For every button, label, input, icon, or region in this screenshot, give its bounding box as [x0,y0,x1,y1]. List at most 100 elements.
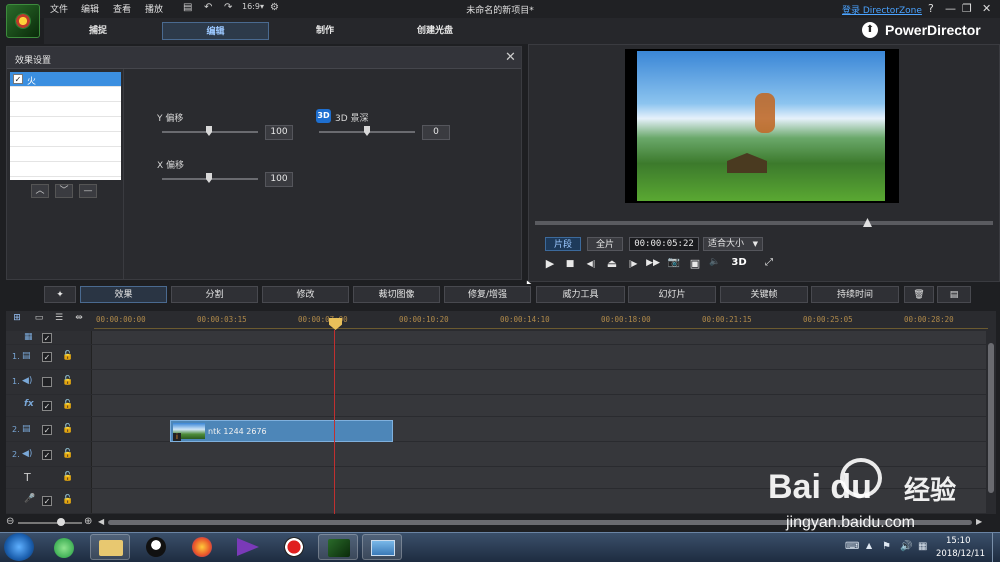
zoom-out-icon[interactable]: ⊖ [6,516,14,527]
menu-edit[interactable]: 编辑 [81,2,99,15]
play-button[interactable]: ▶ [542,257,558,270]
fast-forward-button[interactable]: ▶▶ [645,258,661,268]
movie-mode-button[interactable]: 全片 [587,237,623,251]
3d-depth-value[interactable]: 0 [422,125,450,140]
taskbar-app-photos[interactable] [362,534,402,560]
clock-time[interactable]: 15:10 [946,536,971,546]
lock-icon[interactable]: 🔓 [62,376,73,386]
split-button[interactable]: 分割 [171,286,258,303]
previous-frame-button[interactable]: ◀| [583,259,599,268]
move-up-button[interactable]: ︿ [31,184,49,198]
video-clip[interactable]: i ntk 1244 2676 [170,420,393,442]
undo-icon[interactable]: ↶ [204,2,212,13]
settings-gear-icon[interactable]: ⚙ [270,2,279,13]
modify-button[interactable]: 修改 [262,286,349,303]
fit-timeline-icon[interactable]: ⇹ [72,313,86,325]
fit-size-select[interactable]: 适合大小 ▼ [703,237,763,251]
menu-play[interactable]: 播放 [145,2,163,15]
remove-effect-button[interactable]: — [79,184,97,198]
snapshot-camera-icon[interactable]: 📷 [666,257,682,268]
3d-mode-button[interactable]: 3D [729,257,749,268]
upgrade-arrow-icon[interactable]: ⬆ [862,22,878,38]
aspect-ratio-icon[interactable]: 16:9▾ [242,2,264,11]
timeline-view-icon[interactable]: ▭ [32,313,46,325]
preview-scrubber-track[interactable] [535,221,993,225]
keyboard-icon[interactable]: ⌨ [845,541,859,552]
vertical-scrollbar-thumb[interactable] [988,343,994,493]
effect-enabled-checkbox[interactable]: ✓ [13,74,23,84]
redo-icon[interactable]: ↷ [224,2,232,13]
tab-capture[interactable]: 捕捉 [60,22,136,40]
more-options-icon[interactable]: ▤ [937,286,971,303]
x-offset-slider-thumb[interactable] [206,173,212,183]
zoom-in-icon[interactable]: ⊕ [84,516,92,527]
storyboard-view-icon[interactable]: ⊞ [10,313,24,325]
crop-image-button[interactable]: 裁切图像 [353,286,440,303]
3d-depth-slider-thumb[interactable] [364,126,370,136]
lock-icon[interactable]: 🔓 [62,495,73,505]
fix-enhance-button[interactable]: 修复/增强 [444,286,531,303]
close-panel-button[interactable]: ✕ [505,50,516,65]
track-manager-icon[interactable]: ☰ [52,313,66,325]
restore-button[interactable]: ❐ [962,2,972,15]
power-tools-button[interactable]: 威力工具 [536,286,625,303]
stop-button[interactable]: ■ [562,259,578,269]
move-down-button[interactable]: ﹀ [55,184,73,198]
track-enabled-checkbox[interactable]: ✓ [42,450,52,460]
effect-button[interactable]: 效果 [80,286,167,303]
track-enabled-checkbox[interactable] [42,377,52,387]
volume-icon[interactable]: 🔈 [707,257,723,267]
delete-trash-icon[interactable]: 🗑 [904,286,934,303]
taskbar-app-recorder[interactable] [274,534,314,560]
track-enabled-checkbox[interactable]: ✓ [42,425,52,435]
menu-file[interactable]: 文件 [50,2,68,15]
track-enabled-checkbox[interactable]: ✓ [42,333,52,343]
lock-icon[interactable]: 🔓 [62,424,73,434]
magic-tools-icon[interactable]: ✦ [44,286,76,303]
tab-create-disc[interactable]: 创建光盘 [395,22,475,40]
tab-produce[interactable]: 制作 [290,22,360,40]
lock-icon[interactable]: 🔓 [62,351,73,361]
taskbar-app-media[interactable] [228,534,268,560]
minimize-button[interactable]: — [945,2,956,15]
clip-info-icon[interactable]: i [173,433,181,441]
slideshow-button[interactable]: 幻灯片 [628,286,716,303]
playhead-line[interactable] [334,330,335,518]
effect-list-item[interactable]: ✓ 火 [10,72,121,87]
keyframe-button[interactable]: 关键帧 [720,286,808,303]
taskbar-app-browser[interactable] [44,534,84,560]
taskbar-app-explorer[interactable] [90,534,130,560]
timecode-display[interactable]: 00:00:05:22 [629,237,699,251]
zoom-slider[interactable] [18,522,82,524]
video-preview[interactable] [625,49,899,203]
network-icon[interactable]: ▦ [918,541,927,552]
security-flag-icon[interactable]: ⚑ [882,541,891,552]
external-display-icon[interactable]: ▣ [687,257,703,270]
show-desktop-button[interactable] [992,533,1000,562]
track-enabled-checkbox[interactable]: ✓ [42,352,52,362]
clock-date[interactable]: 2018/12/11 [936,549,985,559]
y-offset-slider-thumb[interactable] [206,126,212,136]
zoom-slider-thumb[interactable] [57,518,65,526]
menu-view[interactable]: 查看 [113,2,131,15]
duration-button[interactable]: 持续时间 [811,286,899,303]
login-directorzone-link[interactable]: 登录 DirectorZone [842,3,922,16]
tray-expand-icon[interactable]: ▲ [866,541,872,550]
lock-icon[interactable]: 🔓 [62,472,73,482]
track-enabled-checkbox[interactable]: ✓ [42,496,52,506]
y-offset-value[interactable]: 100 [265,125,293,140]
scroll-right-icon[interactable]: ▶ [976,517,982,526]
lock-icon[interactable]: 🔓 [62,400,73,410]
taskbar-app-firefox[interactable] [182,534,222,560]
undock-preview-icon[interactable]: ⤢ [761,257,777,268]
next-frame-button[interactable]: |▶ [625,259,641,268]
taskbar-app-powerdirector[interactable] [318,534,358,560]
help-button[interactable]: ? [928,2,934,15]
save-icon[interactable]: ▤ [183,2,192,13]
x-offset-value[interactable]: 100 [265,172,293,187]
scroll-left-icon[interactable]: ◀ [98,517,104,526]
lock-icon[interactable]: 🔓 [62,449,73,459]
track-enabled-checkbox[interactable]: ✓ [42,401,52,411]
split-marker-icon[interactable]: ⏏ [604,257,620,270]
clip-mode-button[interactable]: 片段 [545,237,581,251]
